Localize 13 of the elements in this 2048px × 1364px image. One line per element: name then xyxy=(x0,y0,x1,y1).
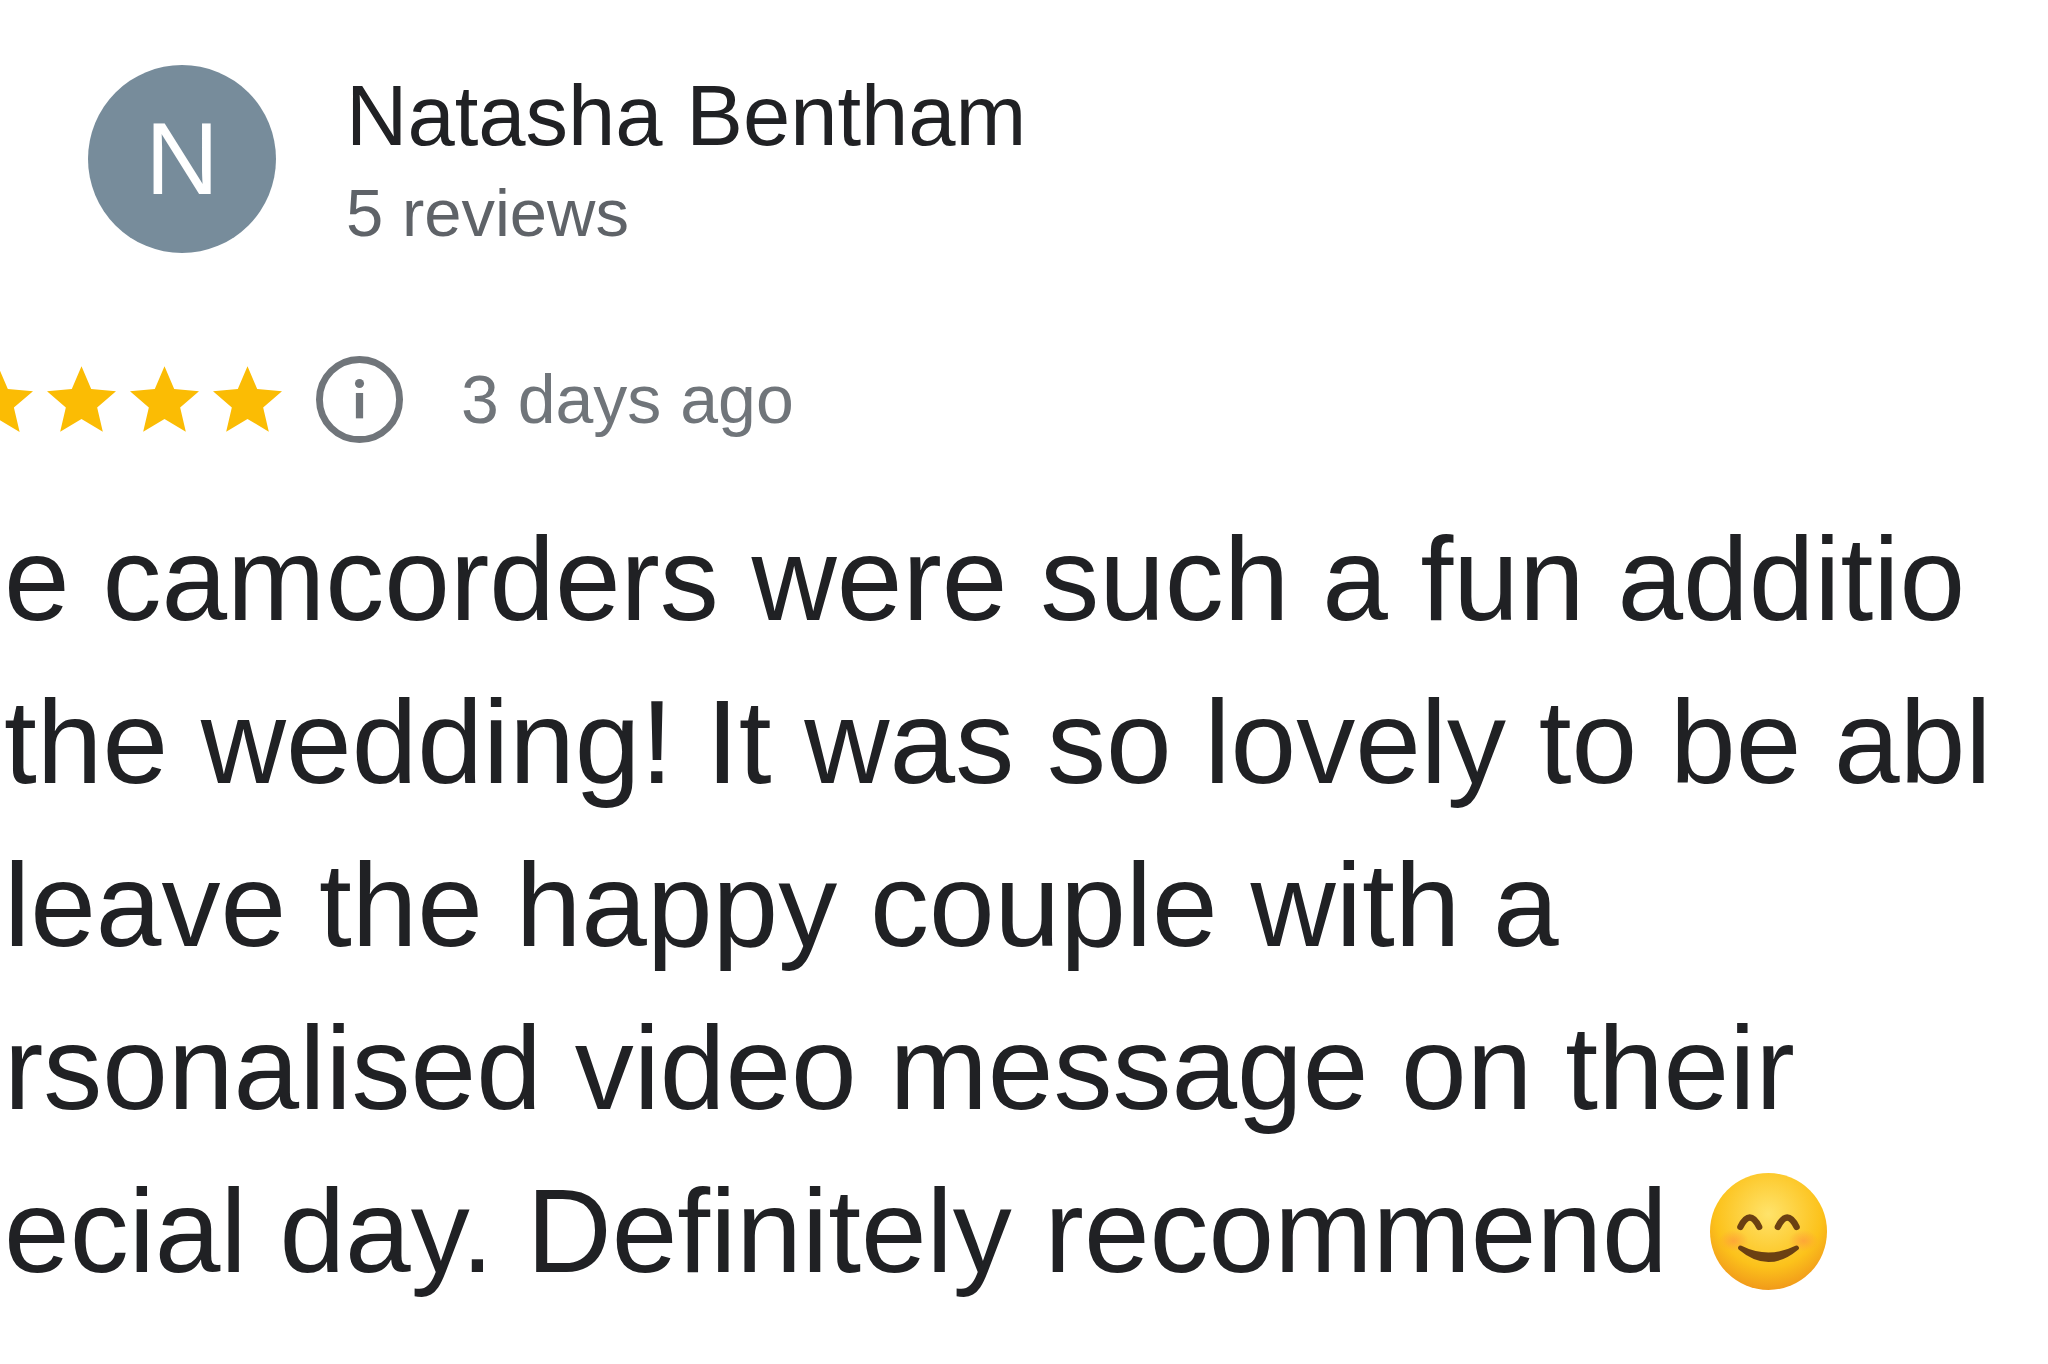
reviewer-name: Natasha Bentham xyxy=(346,72,1027,158)
info-icon xyxy=(316,355,403,443)
review-text-line: ecial day. Definitely recommend xyxy=(3,1164,1668,1299)
review-text-line: leave the happy couple with a xyxy=(3,838,1559,973)
smiling-face-emoji-icon xyxy=(1709,1173,1827,1290)
star-icon xyxy=(130,366,199,432)
review-text-line: e camcorders were such a fun additio xyxy=(3,512,1966,647)
star-icon xyxy=(47,366,116,432)
review-text-line: rsonalised video message on their xyxy=(3,1001,1795,1136)
review-count: 5 reviews xyxy=(346,178,630,246)
avatar: N xyxy=(88,65,276,253)
star-icon xyxy=(213,366,282,432)
review-text-line: the wedding! It was so lovely to be abl xyxy=(3,675,1992,810)
